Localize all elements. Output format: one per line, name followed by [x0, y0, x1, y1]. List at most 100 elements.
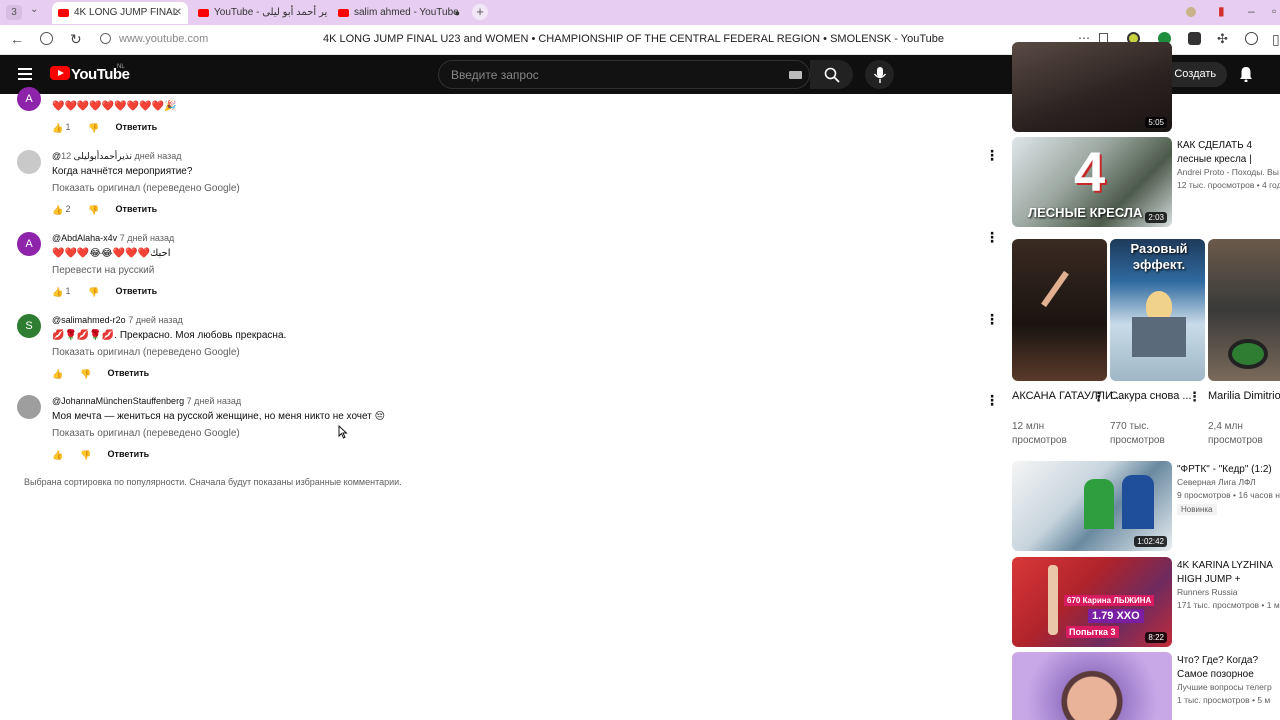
reply-button[interactable]: Ответить: [116, 286, 158, 296]
sidebar-icon[interactable]: ▯: [1272, 31, 1280, 48]
height-result: 1.79 XXO: [1088, 609, 1144, 623]
new-tab-button[interactable]: +: [472, 4, 488, 20]
video-thumbnail[interactable]: 670 Карина ЛЫЖИНА 1.79 XXO Попытка 3 8:2…: [1012, 557, 1172, 647]
short-views: 2,4 млн просмотров: [1208, 421, 1263, 446]
shield-icon[interactable]: [40, 32, 53, 45]
tab-count-badge[interactable]: 3: [6, 5, 22, 20]
puzzle-icon[interactable]: ✣: [1217, 31, 1228, 47]
video-thumbnail[interactable]: [1012, 652, 1172, 720]
thumbs-up-icon[interactable]: 👍: [52, 123, 63, 133]
comment-actions: 👍 1 👎 Ответить: [52, 286, 157, 297]
reply-button[interactable]: Ответить: [108, 368, 150, 378]
unsaved-dot-icon: ●: [454, 8, 460, 18]
extension-icon[interactable]: [1186, 7, 1196, 17]
more-actions-icon[interactable]: ⋮: [985, 311, 999, 328]
notification-icon[interactable]: ▮: [1218, 4, 1225, 18]
avatar[interactable]: [17, 395, 41, 419]
short-title[interactable]: АКСАНА ГАТАУЛЛИ...: [1012, 389, 1122, 403]
site-info-icon[interactable]: [100, 33, 111, 44]
search-input[interactable]: [451, 68, 751, 82]
close-icon[interactable]: ✕: [174, 2, 182, 24]
extension-icon[interactable]: [1188, 32, 1201, 45]
more-actions-icon[interactable]: ⋮: [985, 80, 999, 97]
video-thumbnail[interactable]: 4 ЛЕСНЫЕ КРЕСЛА 2:03: [1012, 137, 1172, 227]
menu-icon[interactable]: [18, 68, 32, 80]
avatar[interactable]: A: [17, 232, 41, 256]
more-actions-icon[interactable]: ⋮: [985, 229, 999, 246]
short-title[interactable]: Marilia Dimitriou ...: [1208, 389, 1280, 403]
more-actions-icon[interactable]: ⋮: [985, 147, 999, 164]
thumbs-down-icon[interactable]: 👎: [88, 123, 99, 133]
voice-search-button[interactable]: [865, 60, 894, 89]
translate-link[interactable]: Перевести на русский: [52, 265, 154, 276]
chevron-down-icon[interactable]: ⌄: [30, 4, 38, 15]
back-arrow-icon[interactable]: ←: [10, 31, 24, 47]
thumbs-down-icon[interactable]: 👎: [80, 369, 91, 379]
video-views: 12 тыс. просмотров • 4 год: [1177, 180, 1280, 190]
url-text[interactable]: www.youtube.com: [119, 33, 208, 45]
short-thumbnail[interactable]: [1012, 239, 1107, 381]
more-actions-icon[interactable]: ⋮: [1092, 389, 1105, 405]
reply-button[interactable]: Ответить: [116, 122, 158, 132]
comment-time[interactable]: 7 дней назад: [187, 396, 242, 406]
maximize-icon[interactable]: ▫: [1272, 4, 1276, 18]
minimize-icon[interactable]: –: [1248, 4, 1255, 18]
video-channel[interactable]: Andrei Proto - Походы. Вы: [1177, 167, 1280, 177]
avatar[interactable]: S: [17, 314, 41, 338]
logo-region: NL: [117, 64, 125, 70]
short-title[interactable]: Сакура снова ...: [1110, 389, 1192, 403]
search-button[interactable]: [810, 60, 853, 89]
page-title: 4K LONG JUMP FINAL U23 and WOMEN • CHAMP…: [323, 33, 945, 45]
video-title[interactable]: "ФРТК" - "Кедр" (1:2): [1177, 463, 1280, 477]
search-box: [438, 60, 810, 89]
short-thumbnail[interactable]: Разовый эффект.: [1110, 239, 1205, 381]
avatar[interactable]: A: [17, 87, 41, 111]
tab-nazir[interactable]: YouTube - نذير أحمد أبو ليلى: [192, 2, 328, 24]
comment-text: Моя мечта — жениться на русской женщине,…: [52, 411, 386, 422]
more-actions-icon[interactable]: ⋮: [985, 392, 999, 409]
keyboard-icon[interactable]: [789, 71, 802, 79]
comment-author[interactable]: @salimahmed-r2o: [52, 315, 126, 325]
tab-long-jump[interactable]: 4K LONG JUMP FINAL ✕: [52, 2, 188, 24]
related-video[interactable]: Что? Где? Когда? Самое позорное Лучшие в…: [1012, 652, 1280, 720]
video-title[interactable]: Что? Где? Когда? Самое позорное: [1177, 654, 1280, 682]
short-item[interactable]: Marilia Dimitriou ... 2,4 млн просмотров: [1208, 239, 1280, 459]
avatar[interactable]: [17, 150, 41, 174]
thumbs-down-icon[interactable]: 👎: [80, 450, 91, 460]
translate-link[interactable]: Показать оригинал (переведено Google): [52, 347, 240, 358]
comment-author[interactable]: @AbdAlaha-x4v: [52, 233, 117, 243]
thumbs-up-icon[interactable]: 👍: [52, 450, 63, 460]
player-figure: [1084, 479, 1114, 529]
more-actions-icon[interactable]: ⋮: [1188, 389, 1201, 405]
thumbs-down-icon[interactable]: 👎: [88, 205, 99, 215]
comment-meta: @JohannaMünchenStauffenberg 7 дней назад: [52, 396, 241, 406]
related-video[interactable]: 5:05: [1012, 42, 1280, 132]
tab-salim[interactable]: salim ahmed - YouTube ●: [332, 2, 466, 24]
translate-link[interactable]: Показать оригинал (переведено Google): [52, 183, 240, 194]
reply-button[interactable]: Ответить: [108, 449, 150, 459]
related-video[interactable]: 1:02:42 "ФРТК" - "Кедр" (1:2) Северная Л…: [1012, 461, 1280, 553]
comment-time[interactable]: 7 дней назад: [128, 315, 183, 325]
video-title[interactable]: 4K KARINA LYZHINA HIGH JUMP + SLOWM: [1177, 559, 1280, 587]
bell-icon[interactable]: [1239, 66, 1253, 82]
media-icon[interactable]: [1245, 32, 1258, 45]
comment-author[interactable]: @JohannaMünchenStauffenberg: [52, 396, 184, 406]
video-title[interactable]: КАК СДЕЛАТЬ 4 лесные кресла |: [1177, 139, 1280, 167]
video-channel[interactable]: Северная Лига ЛФЛ: [1177, 477, 1280, 487]
thumbs-up-icon[interactable]: 👍: [52, 287, 63, 297]
reload-icon[interactable]: ↻: [70, 31, 82, 48]
reply-button[interactable]: Ответить: [116, 204, 158, 214]
video-channel[interactable]: Лучшие вопросы телегр: [1177, 682, 1280, 692]
thumbs-down-icon[interactable]: 👎: [88, 287, 99, 297]
video-thumbnail[interactable]: 1:02:42: [1012, 461, 1172, 551]
comment-time[interactable]: 7 дней назад: [120, 233, 175, 243]
short-thumbnail[interactable]: [1208, 239, 1280, 381]
related-video[interactable]: 670 Карина ЛЫЖИНА 1.79 XXO Попытка 3 8:2…: [1012, 557, 1280, 649]
video-channel[interactable]: Runners Russia: [1177, 587, 1280, 597]
related-video[interactable]: 4 ЛЕСНЫЕ КРЕСЛА 2:03 КАК СДЕЛАТЬ 4 лесны…: [1012, 137, 1280, 229]
translate-link[interactable]: Показать оригинал (переведено Google): [52, 428, 240, 439]
video-thumbnail[interactable]: 5:05: [1012, 42, 1172, 132]
youtube-logo-icon[interactable]: [50, 66, 70, 80]
thumbs-up-icon[interactable]: 👍: [52, 205, 63, 215]
thumbs-up-icon[interactable]: 👍: [52, 369, 63, 379]
